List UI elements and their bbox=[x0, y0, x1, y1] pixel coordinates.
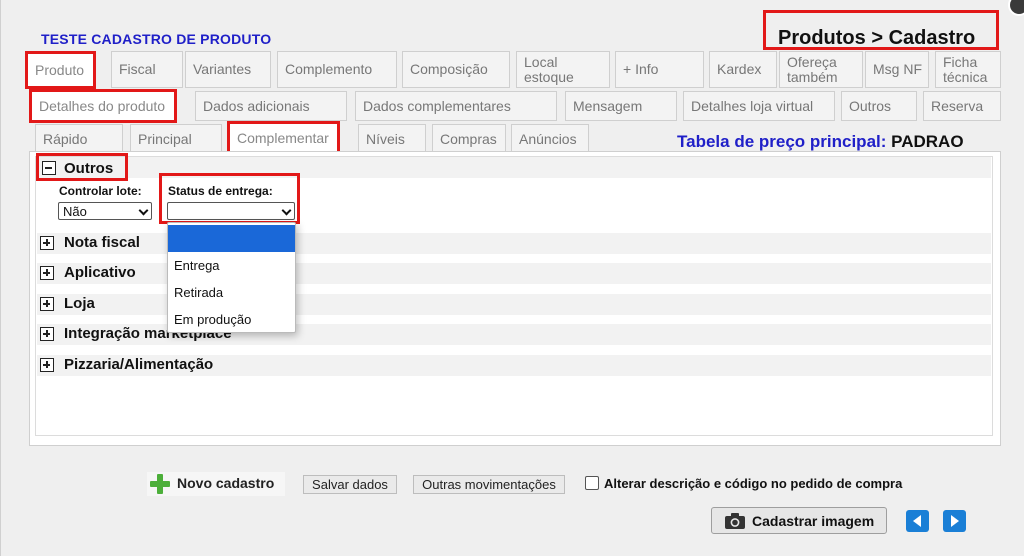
chevron-down-icon bbox=[138, 205, 149, 216]
app-title: TESTE CADASTRO DE PRODUTO bbox=[41, 31, 272, 47]
tab-ofereca-tambem[interactable]: Ofereça também bbox=[779, 51, 863, 88]
close-icon[interactable] bbox=[1008, 0, 1024, 16]
tab-label: Níveis bbox=[366, 130, 405, 147]
tab-detalhes-loja-virtual[interactable]: Detalhes loja virtual bbox=[683, 91, 835, 121]
status-entrega-select[interactable] bbox=[167, 202, 295, 220]
section-outros-header[interactable]: Outros bbox=[36, 153, 128, 181]
tab-dados-adicionais[interactable]: Dados adicionais bbox=[195, 91, 347, 121]
alterar-descricao-label: Alterar descrição e código no pedido de … bbox=[604, 476, 903, 491]
product-registration-window: TESTE CADASTRO DE PRODUTO Produtos > Cad… bbox=[0, 0, 1024, 556]
price-table-label: Tabela de preço principal: PADRAO bbox=[677, 132, 964, 152]
section-label: Outros bbox=[64, 160, 114, 177]
tab-label: Anúncios bbox=[519, 130, 577, 147]
tab-mais-info[interactable]: + Info bbox=[615, 51, 704, 88]
tab-variantes[interactable]: Variantes bbox=[185, 51, 271, 88]
controlar-lote-select[interactable]: Não bbox=[58, 202, 152, 220]
dropdown-option[interactable] bbox=[168, 225, 295, 252]
alterar-descricao-checkbox[interactable] bbox=[585, 476, 599, 490]
tab-label: Produto bbox=[35, 61, 85, 78]
section-label: Pizzaria/Alimentação bbox=[64, 356, 214, 373]
tab-label: Msg NF bbox=[873, 61, 922, 77]
tab-complemento[interactable]: Complemento bbox=[277, 51, 397, 88]
next-button[interactable] bbox=[943, 510, 966, 532]
dropdown-option[interactable]: Em produção bbox=[168, 306, 295, 333]
arrow-right-icon bbox=[951, 515, 959, 527]
camera-icon bbox=[725, 513, 745, 529]
tab-niveis[interactable]: Níveis bbox=[358, 124, 426, 154]
tab-compras[interactable]: Compras bbox=[432, 124, 506, 154]
plus-icon[interactable] bbox=[40, 297, 54, 311]
breadcrumb: Produtos > Cadastro bbox=[763, 10, 999, 50]
tab-principal[interactable]: Principal bbox=[130, 124, 222, 154]
tab-mensagem[interactable]: Mensagem bbox=[565, 91, 677, 121]
tab-label: Detalhes loja virtual bbox=[691, 97, 814, 114]
tab-kardex[interactable]: Kardex bbox=[709, 51, 777, 88]
tab-label: Reserva bbox=[931, 97, 984, 114]
tab-label: Detalhes do produto bbox=[39, 97, 166, 114]
tab-label: Kardex bbox=[717, 61, 762, 77]
tab-composicao[interactable]: Composição bbox=[402, 51, 510, 88]
tab-outros[interactable]: Outros bbox=[841, 91, 917, 121]
controlar-lote-label: Controlar lote: bbox=[59, 184, 142, 198]
cadastrar-imagem-button[interactable]: Cadastrar imagem bbox=[711, 507, 887, 534]
tab-label: Complementar bbox=[237, 130, 329, 146]
dropdown-option[interactable]: Entrega bbox=[168, 252, 295, 279]
tab-produto[interactable]: Produto bbox=[25, 51, 96, 89]
tab-label: Dados complementares bbox=[363, 97, 511, 114]
tab-complementar[interactable]: Complementar bbox=[227, 121, 340, 156]
tab-detalhes-do-produto[interactable]: Detalhes do produto bbox=[29, 89, 177, 123]
novo-cadastro-label: Novo cadastro bbox=[177, 475, 275, 491]
tab-label: Rápido bbox=[43, 130, 88, 147]
tab-label: Dados adicionais bbox=[203, 97, 310, 114]
tab-label: Principal bbox=[138, 130, 192, 147]
tab-label: Complemento bbox=[285, 61, 373, 77]
plus-icon bbox=[150, 474, 170, 494]
novo-cadastro-button[interactable]: Novo cadastro bbox=[147, 472, 285, 496]
arrow-left-icon bbox=[913, 515, 921, 527]
price-table-value: PADRAO bbox=[891, 132, 964, 151]
tab-ficha-tecnica[interactable]: Ficha técnica bbox=[935, 51, 1001, 88]
outras-movimentacoes-button[interactable]: Outras movimentações bbox=[413, 475, 565, 494]
section-label: Nota fiscal bbox=[64, 234, 140, 251]
plus-icon[interactable] bbox=[40, 236, 54, 250]
tab-label: Fiscal bbox=[119, 61, 156, 77]
tab-label: Compras bbox=[440, 130, 497, 147]
section-pizzaria-alimentacao[interactable]: Pizzaria/Alimentação bbox=[37, 355, 991, 376]
dropdown-option[interactable]: Retirada bbox=[168, 279, 295, 306]
tab-reserva[interactable]: Reserva bbox=[923, 91, 1001, 121]
plus-icon[interactable] bbox=[40, 327, 54, 341]
plus-icon[interactable] bbox=[40, 266, 54, 280]
tab-anuncios[interactable]: Anúncios bbox=[511, 124, 589, 154]
tab-label: + Info bbox=[623, 61, 659, 77]
select-value: Não bbox=[63, 204, 87, 219]
tab-local-estoque[interactable]: Local estoque bbox=[516, 51, 610, 88]
tab-label: Mensagem bbox=[573, 97, 643, 114]
tab-label: Local estoque bbox=[524, 53, 574, 85]
section-label: Loja bbox=[64, 295, 95, 312]
cadastrar-imagem-label: Cadastrar imagem bbox=[752, 513, 875, 529]
status-entrega-label: Status de entrega: bbox=[168, 184, 273, 198]
tab-rapido[interactable]: Rápido bbox=[35, 124, 123, 154]
tab-label: Outros bbox=[849, 97, 892, 114]
salvar-dados-button[interactable]: Salvar dados bbox=[303, 475, 397, 494]
minus-icon[interactable] bbox=[42, 161, 56, 175]
section-label: Aplicativo bbox=[64, 264, 136, 281]
plus-icon[interactable] bbox=[40, 358, 54, 372]
tab-msg-nf[interactable]: Msg NF bbox=[865, 51, 929, 88]
chevron-down-icon bbox=[281, 205, 292, 216]
tab-label: Ficha técnica bbox=[943, 53, 988, 85]
tab-dados-complementares[interactable]: Dados complementares bbox=[355, 91, 557, 121]
status-entrega-dropdown: Entrega Retirada Em produção bbox=[167, 222, 296, 333]
tab-label: Composição bbox=[410, 61, 488, 77]
tab-label: Ofereça também bbox=[787, 53, 838, 85]
tab-label: Variantes bbox=[193, 61, 252, 77]
tab-fiscal[interactable]: Fiscal bbox=[111, 51, 183, 88]
previous-button[interactable] bbox=[906, 510, 929, 532]
price-table-caption: Tabela de preço principal: bbox=[677, 132, 887, 151]
